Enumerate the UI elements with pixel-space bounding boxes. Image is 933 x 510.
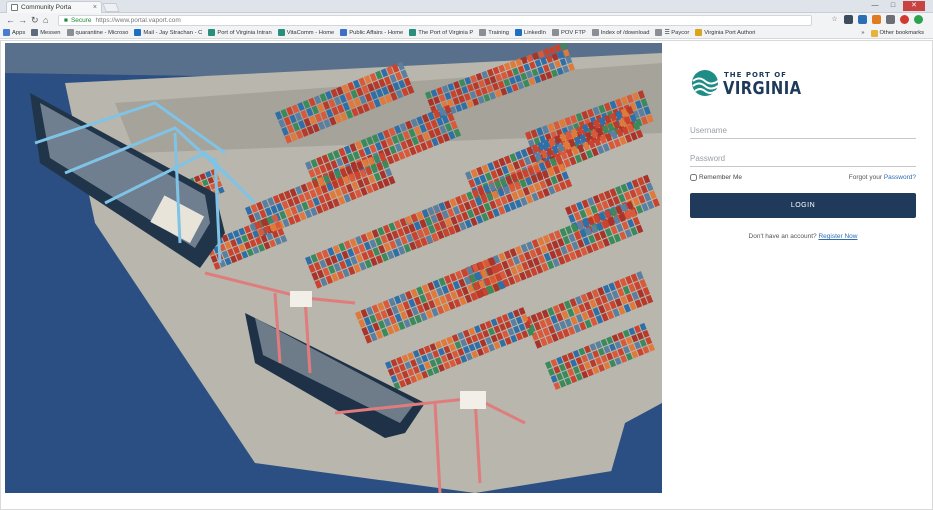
bookmark-icon: [655, 29, 663, 36]
bookmark-label: Apps: [12, 29, 26, 36]
browser-titlebar: Community Porta × — □ ✕: [0, 0, 933, 13]
bookmark-label: Virginia Port Authori: [704, 29, 756, 36]
minimize-icon[interactable]: —: [867, 1, 883, 11]
page-icon: [11, 4, 18, 11]
remember-forgot-row: Remember Me Forgot your Password?: [690, 174, 916, 186]
forgot-password-link[interactable]: Password?: [884, 174, 916, 181]
tab-title: Community Porta: [21, 4, 72, 11]
extension-icon[interactable]: [914, 15, 923, 24]
port-of-virginia-logo: THE PORT OF VIRGINIA: [690, 67, 802, 103]
bookmark-label: Training: [488, 29, 510, 36]
bookmark-label: Mail - Jay Strachan - C: [143, 29, 203, 36]
bookmark-icon: [409, 29, 417, 36]
star-icon[interactable]: ☆: [830, 15, 839, 24]
url-text: https://www.portal.vaport.com: [95, 17, 181, 24]
bookmark-label: Public Affairs - Home: [349, 29, 404, 36]
bookmark-item[interactable]: Index of /download: [591, 29, 650, 36]
lock-icon: ■: [64, 17, 68, 24]
register-now-link[interactable]: Register Now: [818, 233, 857, 240]
register-prompt: Don't have an account? Register Now: [690, 233, 916, 240]
browser-tab[interactable]: Community Porta ×: [6, 1, 102, 13]
bookmark-label: Index of /download: [600, 29, 650, 36]
bookmark-item[interactable]: Messen: [31, 29, 61, 36]
bookmark-label: LinkedIn: [524, 29, 546, 36]
bookmark-label: POV FTP: [560, 29, 586, 36]
bookmark-item[interactable]: The Port of Virginia P: [409, 29, 473, 36]
folder-icon: [870, 29, 878, 37]
forgot-password: Forgot your Password?: [849, 174, 916, 181]
bookmark-item[interactable]: Apps: [3, 29, 25, 36]
window-controls: — □ ✕: [867, 1, 925, 11]
register-text: Don't have an account?: [748, 233, 817, 240]
remember-me-checkbox[interactable]: [690, 174, 697, 181]
extension-icon[interactable]: [844, 15, 853, 24]
bookmark-icon: [695, 29, 703, 36]
other-bookmarks-label: Other bookmarks: [879, 30, 924, 36]
browser-toolbar: ← → ↻ ⌂ ■ Secure https://www.portal.vaport…: [0, 13, 933, 27]
bookmark-icon: [591, 29, 599, 36]
extension-icon[interactable]: [886, 15, 895, 24]
bookmark-label: Messen: [40, 29, 61, 36]
bookmarks-more-button[interactable]: »: [861, 30, 864, 36]
back-icon[interactable]: ←: [6, 14, 15, 26]
bookmark-icon: [66, 29, 74, 36]
bookmark-icon: [31, 29, 39, 36]
reload-icon[interactable]: ↻: [31, 14, 39, 26]
bookmark-label: quarantine - Microso: [75, 29, 129, 36]
bookmark-item[interactable]: POV FTP: [551, 29, 586, 36]
bookmark-item[interactable]: Training: [479, 29, 509, 36]
bookmark-label: ☰ Paycor: [664, 29, 690, 36]
extension-icon[interactable]: [872, 15, 881, 24]
bookmark-label: The Port of Virginia P: [418, 29, 474, 36]
forward-icon[interactable]: →: [18, 14, 27, 26]
bookmark-item[interactable]: Port of Virginia Intran: [208, 29, 272, 36]
other-bookmarks[interactable]: Other bookmarks: [870, 29, 924, 37]
remember-me-label: Remember Me: [699, 174, 742, 181]
bookmark-item[interactable]: Virginia Port Authori: [695, 29, 755, 36]
bookmark-icon: [551, 29, 559, 36]
bookmark-item[interactable]: ☰ Paycor: [655, 29, 689, 36]
extension-icon[interactable]: [858, 15, 867, 24]
password-input[interactable]: [690, 153, 916, 167]
bookmark-label: VitaComm - Home: [286, 29, 335, 36]
extension-icons: ☆: [830, 15, 923, 24]
bookmark-icon: [134, 29, 142, 36]
waves-logo-icon: [692, 70, 719, 96]
port-aerial-photo: [5, 43, 662, 493]
address-bar[interactable]: ■ Secure https://www.portal.vaport.com: [58, 15, 812, 26]
close-tab-icon[interactable]: ×: [93, 2, 97, 13]
bookmarks-bar: Apps Messen quarantine - Microso Mail - Jay…: [0, 27, 933, 39]
bookmark-item[interactable]: LinkedIn: [515, 29, 546, 36]
new-tab-button[interactable]: [102, 3, 120, 12]
close-window-icon[interactable]: ✕: [903, 1, 925, 11]
bookmark-icon: [515, 29, 523, 36]
bookmark-label: Port of Virginia Intran: [217, 29, 272, 36]
extension-icon[interactable]: [900, 15, 909, 24]
bookmark-icon: [479, 29, 487, 36]
username-input[interactable]: [690, 125, 916, 139]
bookmark-icon: [277, 29, 285, 36]
port-aerial-illustration: [5, 43, 662, 493]
bookmark-item[interactable]: VitaComm - Home: [277, 29, 335, 36]
home-icon[interactable]: ⌂: [43, 14, 48, 26]
maximize-icon[interactable]: □: [885, 1, 901, 11]
logo-line2: VIRGINIA: [723, 78, 802, 99]
bookmark-item[interactable]: quarantine - Microso: [66, 29, 129, 36]
bookmark-icon: [3, 29, 10, 36]
bookmark-item[interactable]: Public Affairs - Home: [340, 29, 403, 36]
login-button[interactable]: LOGIN: [690, 193, 916, 218]
remember-me[interactable]: Remember Me: [690, 174, 742, 181]
secure-label: Secure: [70, 17, 92, 24]
bookmark-icon: [208, 29, 216, 36]
bookmark-icon: [340, 29, 348, 36]
bookmarks-overflow: » Other bookmarks: [857, 27, 930, 38]
bookmark-item[interactable]: Mail - Jay Strachan - C: [134, 29, 202, 36]
forgot-prefix: Forgot your: [848, 174, 883, 181]
